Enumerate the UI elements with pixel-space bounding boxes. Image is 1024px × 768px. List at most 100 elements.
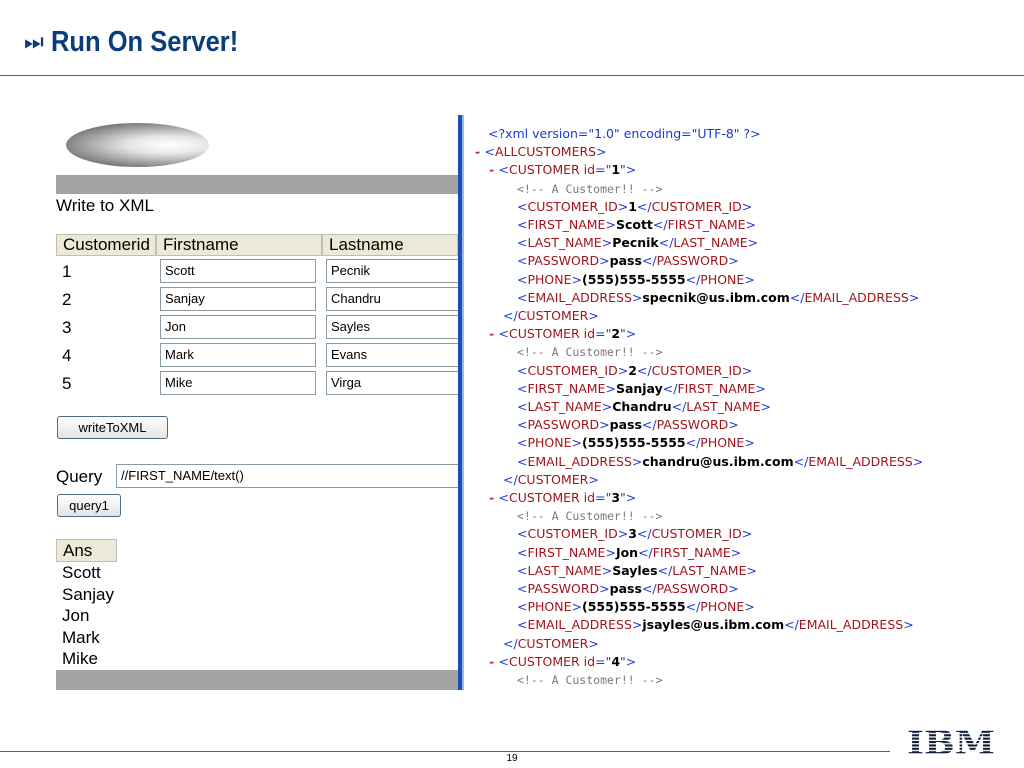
slide-title: ⏭ Run On Server! xyxy=(24,22,264,62)
xml-customer-node[interactable]: - <CUSTOMER id="2"> xyxy=(489,325,636,343)
xml-line: </CUSTOMER> xyxy=(503,471,599,487)
xml-value: Sanjay xyxy=(615,380,663,396)
lastname-input[interactable]: Pecnik xyxy=(326,259,458,283)
xml-value: (555)555-5555 xyxy=(582,435,686,451)
firstname-input[interactable]: Scott xyxy=(160,259,316,283)
lastname-input[interactable]: Sayles xyxy=(326,315,458,339)
footer-divider xyxy=(0,751,890,752)
customer-id-cell: 2 xyxy=(62,290,72,309)
write-to-xml-label: Write to XML xyxy=(56,196,154,215)
collapse-toggle-icon: - xyxy=(475,144,485,160)
xml-line: <!-- A Customer!! --> xyxy=(517,507,662,525)
xml-value: (555)555-5555 xyxy=(582,271,686,287)
xml-value: pass xyxy=(609,417,642,433)
xml-comment: <!-- A Customer!! --> xyxy=(517,509,663,524)
xml-value: Pecnik xyxy=(612,235,659,251)
xml-declaration: <?xml version="1.0" encoding="UTF-8" ?> xyxy=(488,126,761,141)
xml-comment: <!-- A Customer!! --> xyxy=(517,345,663,360)
answer-item: Jon xyxy=(62,606,90,625)
collapse-toggle-icon: - xyxy=(489,653,499,669)
xml-line: <PASSWORD>pass</PASSWORD> xyxy=(517,253,739,269)
xml-line: <FIRST_NAME>Jon</FIRST_NAME> xyxy=(517,544,742,560)
answer-list: Scott Sanjay Jon Mark Mike xyxy=(62,562,114,670)
xml-line: <EMAIL_ADDRESS>jsayles@us.ibm.com</EMAIL… xyxy=(517,617,914,633)
xml-value: specnik@us.ibm.com xyxy=(642,289,790,305)
xml-line: <?xml version="1.0" encoding="UTF-8" ?> xyxy=(488,125,761,143)
xml-value: 2 xyxy=(628,362,637,378)
column-header-lastname[interactable]: Lastname xyxy=(322,234,458,256)
xml-value: 3 xyxy=(628,526,637,542)
answer-item: Mike xyxy=(62,649,98,668)
firstname-input[interactable]: Mike xyxy=(160,371,316,395)
collapse-toggle-icon: - xyxy=(489,162,499,178)
xml-line: <EMAIL_ADDRESS>specnik@us.ibm.com</EMAIL… xyxy=(517,289,920,305)
query-label: Query xyxy=(56,467,103,486)
answer-item: Scott xyxy=(62,563,101,582)
table-row: 4 Mark Evans xyxy=(56,343,458,371)
xml-comment: <!-- A Customer!! --> xyxy=(517,181,663,196)
xml-customer-node[interactable]: - <CUSTOMER id="1"> xyxy=(489,161,636,179)
xml-line: </CUSTOMER> xyxy=(503,308,599,323)
xml-comment: <!-- A Customer!! --> xyxy=(517,673,663,687)
table-row: 3 Jon Sayles xyxy=(56,315,458,343)
xml-value: chandru@us.ibm.com xyxy=(642,453,794,469)
xml-line: <!-- A Customer!! --> xyxy=(517,671,662,689)
xml-line: <PASSWORD>pass</PASSWORD> xyxy=(517,581,739,596)
xml-line: <CUSTOMER_ID>2</CUSTOMER_ID> xyxy=(517,362,753,378)
customer-id-cell: 5 xyxy=(62,374,72,393)
firstname-input[interactable]: Jon xyxy=(160,315,316,339)
top-gray-bar xyxy=(56,175,458,194)
xml-value: Sayles xyxy=(612,562,658,578)
slide-title-text: Run On Server! xyxy=(50,25,239,58)
xml-line: <EMAIL_ADDRESS>chandru@us.ibm.com</EMAIL… xyxy=(517,453,924,469)
table-row: 1 Scott Pecnik xyxy=(56,259,458,287)
query-input[interactable]: //FIRST_NAME/text() xyxy=(116,464,458,488)
bottom-gray-bar xyxy=(56,670,458,690)
answer-item: Mark xyxy=(62,627,100,647)
page-number: 19 xyxy=(506,753,518,764)
table-row: 2 Sanjay Chandru xyxy=(56,287,458,315)
ibm-logo-text: IBM xyxy=(907,724,995,758)
xml-line: <PHONE>(555)555-5555</PHONE> xyxy=(517,271,755,287)
xml-value: (555)555-5555 xyxy=(582,599,686,615)
oval-graphic xyxy=(66,123,209,167)
xml-value: Jon xyxy=(615,544,639,560)
xml-line: <LAST_NAME>Chandru</LAST_NAME> xyxy=(517,399,771,414)
answer-column-header[interactable]: Ans xyxy=(56,539,117,562)
xml-value: pass xyxy=(609,581,642,596)
query-button[interactable]: query1 xyxy=(57,494,121,517)
xml-line: <FIRST_NAME>Scott</FIRST_NAME> xyxy=(517,217,757,232)
xml-root-node[interactable]: - <ALLCUSTOMERS> xyxy=(475,143,607,161)
xml-value: Chandru xyxy=(612,399,672,414)
xml-line: <LAST_NAME>Sayles</LAST_NAME> xyxy=(517,562,757,578)
xml-line: <PHONE>(555)555-5555</PHONE> xyxy=(517,435,755,451)
xml-value: Scott xyxy=(615,217,653,232)
xml-line: <PHONE>(555)555-5555</PHONE> xyxy=(517,599,755,615)
column-header-customerid[interactable]: Customerid xyxy=(56,234,156,256)
column-header-firstname[interactable]: Firstname xyxy=(156,234,322,256)
ibm-logo: IBM xyxy=(907,724,995,758)
firstname-input[interactable]: Mark xyxy=(160,343,316,367)
lastname-input[interactable]: Evans xyxy=(326,343,458,367)
lastname-input[interactable]: Virga xyxy=(326,371,458,395)
xml-value: pass xyxy=(609,253,642,269)
xml-line: <!-- A Customer!! --> xyxy=(517,343,662,361)
vertical-divider-shadow xyxy=(462,115,464,690)
write-to-xml-button[interactable]: writeToXML xyxy=(57,416,168,439)
fast-forward-icon: ⏭ xyxy=(24,29,44,55)
xml-line: <PASSWORD>pass</PASSWORD> xyxy=(517,417,739,433)
title-divider xyxy=(0,75,1024,76)
xml-line: <!-- A Customer!! --> xyxy=(517,180,662,198)
xml-customer-node[interactable]: - <CUSTOMER id="3"> xyxy=(489,489,636,507)
app-panel: Write to XML Customerid Firstname Lastna… xyxy=(56,115,458,690)
collapse-toggle-icon: - xyxy=(489,490,499,505)
xml-line: <FIRST_NAME>Sanjay</FIRST_NAME> xyxy=(517,380,766,396)
firstname-input[interactable]: Sanjay xyxy=(160,287,316,311)
xml-value: 1 xyxy=(628,198,637,214)
answer-item: Sanjay xyxy=(62,584,114,604)
collapse-toggle-icon: - xyxy=(489,326,499,342)
xml-customer-node[interactable]: - <CUSTOMER id="4"> xyxy=(489,653,636,671)
xml-line: <CUSTOMER_ID>3</CUSTOMER_ID> xyxy=(517,526,753,542)
lastname-input[interactable]: Chandru xyxy=(326,287,458,311)
customer-id-cell: 4 xyxy=(62,346,72,365)
